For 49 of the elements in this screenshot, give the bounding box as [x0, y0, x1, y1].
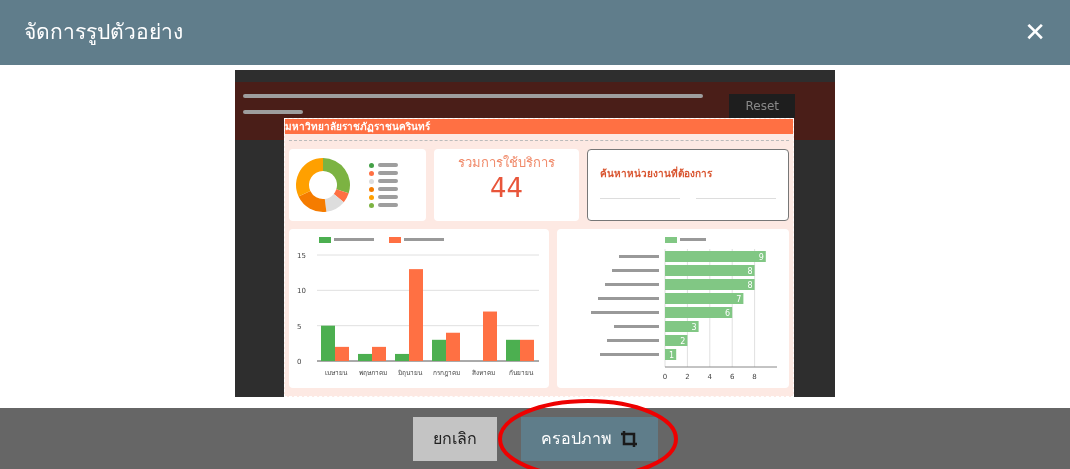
- blurred-category-label: [612, 269, 659, 272]
- blurred-category-label: [600, 353, 659, 356]
- blurred-text: [243, 110, 303, 114]
- total-value: 44: [490, 172, 524, 203]
- crop-header: มหาวิทยาลัยราชภัฏราชนครินทร์: [285, 119, 793, 134]
- legend-swatch: [665, 237, 677, 243]
- chart-bar: [665, 321, 699, 332]
- reset-button[interactable]: Reset: [729, 94, 795, 118]
- blurred-legend-text: [334, 238, 374, 241]
- blurred-category-label: [607, 339, 659, 342]
- data-label: 7: [736, 294, 742, 304]
- blurred-category-label: [591, 311, 659, 314]
- close-button[interactable]: ✕: [1024, 13, 1046, 52]
- donut-chart: [293, 155, 353, 215]
- data-label: 1: [669, 350, 675, 360]
- blurred-category-label: [605, 283, 659, 286]
- blurred-category-label: [598, 297, 659, 300]
- data-label: 8: [747, 280, 753, 290]
- blurred-category-label: [614, 325, 659, 328]
- data-label: 3: [691, 322, 697, 332]
- chart-bar: [520, 339, 534, 361]
- chart-bar: [432, 339, 446, 361]
- chart-bar: [506, 339, 520, 361]
- blurred-text: [378, 171, 398, 175]
- chart-bar: [446, 332, 460, 361]
- chart-bar: [483, 311, 497, 361]
- data-label: 9: [758, 252, 764, 262]
- blurred-legend-text: [680, 238, 706, 241]
- search-label: ค้นหาหน่วยงานที่ต้องการ: [600, 166, 713, 181]
- blurred-category-label: [619, 255, 659, 258]
- blurred-text: [378, 163, 398, 167]
- chart-bar: [665, 349, 677, 360]
- crop-icon: [619, 429, 638, 448]
- total-label: รวมการใช้บริการ: [458, 154, 556, 172]
- legend-swatch: [389, 237, 401, 243]
- dialog-title: จัดการรูปตัวอย่าง: [24, 18, 183, 47]
- data-label: 8: [747, 266, 753, 276]
- blurred-text: [378, 203, 398, 207]
- blurred-legend-text: [404, 238, 444, 241]
- blurred-text: [378, 187, 398, 191]
- chart-bar: [665, 335, 688, 346]
- cancel-button[interactable]: ยกเลิก: [412, 416, 497, 461]
- crop-button[interactable]: ครอปภาพ: [520, 416, 658, 461]
- legend-swatch: [319, 237, 331, 243]
- chart-bar: [665, 307, 733, 318]
- data-label: 6: [725, 308, 731, 318]
- data-label: 2: [680, 336, 686, 346]
- blurred-text: [378, 179, 398, 183]
- blurred-text: [378, 195, 398, 199]
